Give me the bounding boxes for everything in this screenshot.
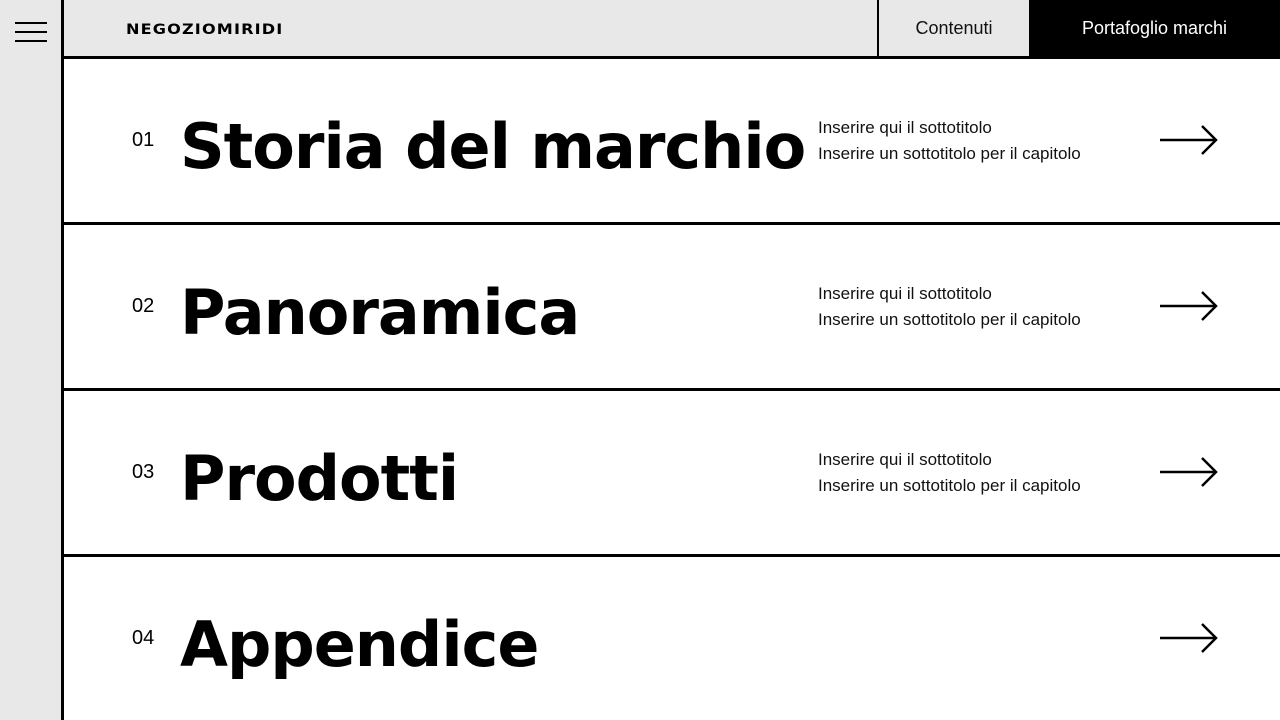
hamburger-line — [15, 22, 47, 24]
nav-brand-portfolio[interactable]: Portafoglio marchi — [1029, 0, 1280, 56]
arrow-right-icon[interactable] — [1158, 621, 1220, 655]
chapter-title: Prodotti — [180, 442, 459, 515]
chapter-subtitles: Inserire qui il sottotitolo Inserire un … — [818, 281, 1081, 333]
hamburger-icon[interactable] — [15, 22, 47, 44]
chapter-title: Storia del marchio — [180, 110, 806, 183]
chapter-subtitle: Inserire un sottotitolo per il capitolo — [818, 310, 1081, 329]
chapter-row-brand-history[interactable]: 01 Storia del marchio Inserire qui il so… — [64, 59, 1280, 225]
chapter-number: 04 — [132, 627, 155, 649]
arrow-right-icon[interactable] — [1158, 123, 1220, 157]
chapter-title: Appendice — [180, 608, 539, 681]
hamburger-line — [15, 31, 47, 33]
chapter-list: 01 Storia del marchio Inserire qui il so… — [64, 59, 1280, 720]
chapter-number: 02 — [132, 295, 155, 317]
arrow-right-icon[interactable] — [1158, 289, 1220, 323]
chapter-subtitle: Inserire qui il sottotitolo — [818, 450, 992, 469]
chapter-subtitle: Inserire qui il sottotitolo — [818, 118, 992, 137]
chapter-subtitles: Inserire qui il sottotitolo Inserire un … — [818, 447, 1081, 499]
brand-logo: NEGOZIOMIRIDI — [126, 22, 284, 38]
chapter-row-products[interactable]: 03 Prodotti Inserire qui il sottotitolo … — [64, 391, 1280, 557]
chapter-subtitle: Inserire un sottotitolo per il capitolo — [818, 144, 1081, 163]
top-bar: NEGOZIOMIRIDI Contenuti Portafoglio marc… — [64, 0, 1280, 59]
arrow-right-icon[interactable] — [1158, 455, 1220, 489]
chapter-subtitle: Inserire un sottotitolo per il capitolo — [818, 476, 1081, 495]
chapter-number: 01 — [132, 129, 155, 151]
slide-page: NEGOZIOMIRIDI Contenuti Portafoglio marc… — [0, 0, 1280, 720]
chapter-title: Panoramica — [180, 276, 580, 349]
chapter-row-overview[interactable]: 02 Panoramica Inserire qui il sottotitol… — [64, 225, 1280, 391]
chapter-row-appendix[interactable]: 04 Appendice — [64, 557, 1280, 720]
hamburger-line — [15, 40, 47, 42]
chapter-subtitles: Inserire qui il sottotitolo Inserire un … — [818, 115, 1081, 167]
chapter-subtitle: Inserire qui il sottotitolo — [818, 284, 992, 303]
chapter-number: 03 — [132, 461, 155, 483]
nav-contents[interactable]: Contenuti — [877, 0, 1029, 56]
left-rail — [0, 0, 64, 720]
